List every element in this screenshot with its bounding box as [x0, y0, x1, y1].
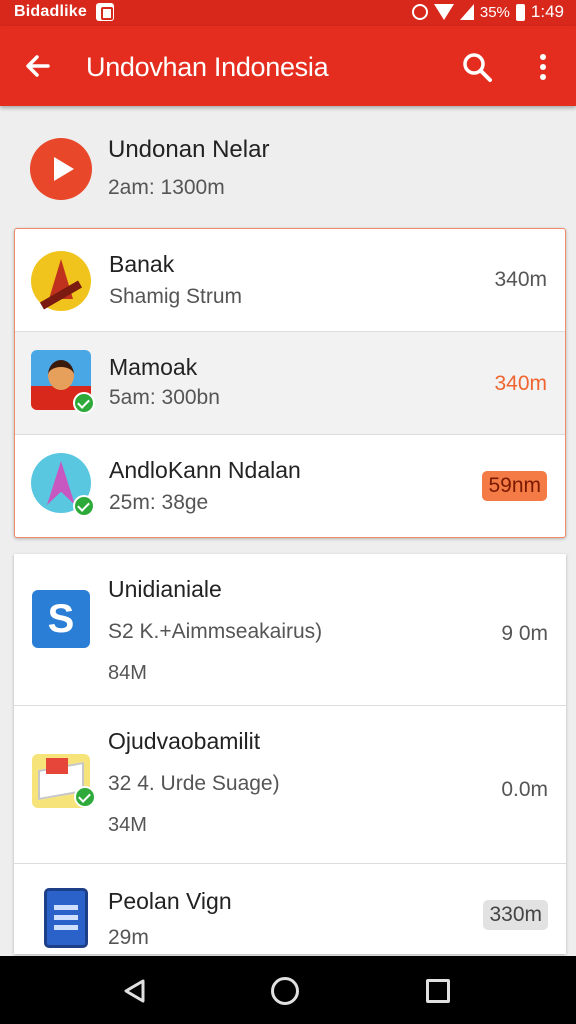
- item-subtitle: 29m: [108, 926, 149, 949]
- item-detail: 34M: [108, 814, 147, 836]
- download-card-1: Banak Shamig Strum 340m Mamoak 5am: 300b…: [14, 228, 566, 538]
- installed-check-icon: [73, 495, 95, 517]
- list-item[interactable]: Ojudvaobamilit 32 4. Urde Suage) 34M 0.0…: [14, 706, 566, 864]
- installed-check-icon: [74, 786, 96, 808]
- app-bar: Undovhan Indonesia: [0, 26, 576, 106]
- item-size: 0.0m: [501, 778, 548, 801]
- item-subtitle: Shamig Strum: [109, 285, 243, 308]
- item-subtitle: S2 K.+Aimmseakairus): [108, 620, 323, 643]
- notification-icon: [96, 3, 114, 21]
- page-title: Undovhan Indonesia: [86, 52, 329, 82]
- list-item[interactable]: S Unidianiale S2 K.+Aimmseakairus) 84M 9…: [14, 554, 566, 706]
- battery-icon: [515, 3, 525, 21]
- item-name: Peolan Vign: [108, 888, 232, 914]
- signal-icon: [459, 4, 474, 20]
- clock: 1:49: [530, 2, 564, 21]
- item-detail: 84M: [108, 662, 147, 684]
- play-icon: [30, 138, 92, 200]
- alarm-icon: [411, 4, 428, 20]
- item-subtitle: 25m: 38ge: [109, 491, 209, 514]
- nav-home-icon[interactable]: [271, 977, 299, 1005]
- installed-check-icon: [73, 392, 95, 414]
- featured-subtitle: 2am: 1300m: [108, 176, 225, 199]
- status-bar: Bidadlike 35% 1:49: [0, 0, 576, 26]
- more-vert-icon[interactable]: [532, 50, 554, 84]
- item-name: Mamoak: [109, 354, 198, 380]
- list-item[interactable]: Banak Shamig Strum 340m: [15, 229, 565, 332]
- list-item[interactable]: Peolan Vign 29m 330m: [14, 864, 566, 954]
- navigation-bar: [0, 956, 576, 1024]
- download-card-2: S Unidianiale S2 K.+Aimmseakairus) 84M 9…: [14, 554, 566, 954]
- item-size: 340m: [494, 268, 547, 291]
- wifi-icon: [433, 4, 454, 20]
- nav-back-icon[interactable]: [122, 978, 148, 1004]
- item-size-badge: 330m: [483, 900, 548, 930]
- item-name: Ojudvaobamilit: [108, 728, 261, 754]
- featured-title: Undonan Nelar: [108, 136, 270, 163]
- list-item[interactable]: Mamoak 5am: 300bn 340m: [15, 332, 565, 435]
- search-icon[interactable]: [460, 50, 494, 84]
- item-name: Banak: [109, 251, 175, 277]
- item-size: 9 0m: [501, 622, 548, 645]
- temple-app-icon: [31, 251, 91, 311]
- battery-percent: 35%: [479, 3, 510, 21]
- status-indicators: 35% 1:49: [411, 2, 564, 22]
- nav-recents-icon[interactable]: [426, 979, 450, 1003]
- item-name: Unidianiale: [108, 576, 222, 602]
- item-size-badge: 59nm: [482, 471, 547, 501]
- carrier-label: Bidadlike: [14, 3, 87, 20]
- s-app-icon: S: [32, 590, 90, 648]
- back-arrow-icon[interactable]: [22, 50, 54, 82]
- item-subtitle: 5am: 300bn: [109, 386, 220, 409]
- list-item[interactable]: AndloKann Ndalan 25m: 38ge 59nm: [15, 435, 565, 537]
- item-subtitle: 32 4. Urde Suage): [108, 772, 280, 795]
- document-app-icon: [44, 888, 88, 948]
- item-size: 340m: [494, 372, 547, 395]
- item-name: AndloKann Ndalan: [109, 457, 301, 483]
